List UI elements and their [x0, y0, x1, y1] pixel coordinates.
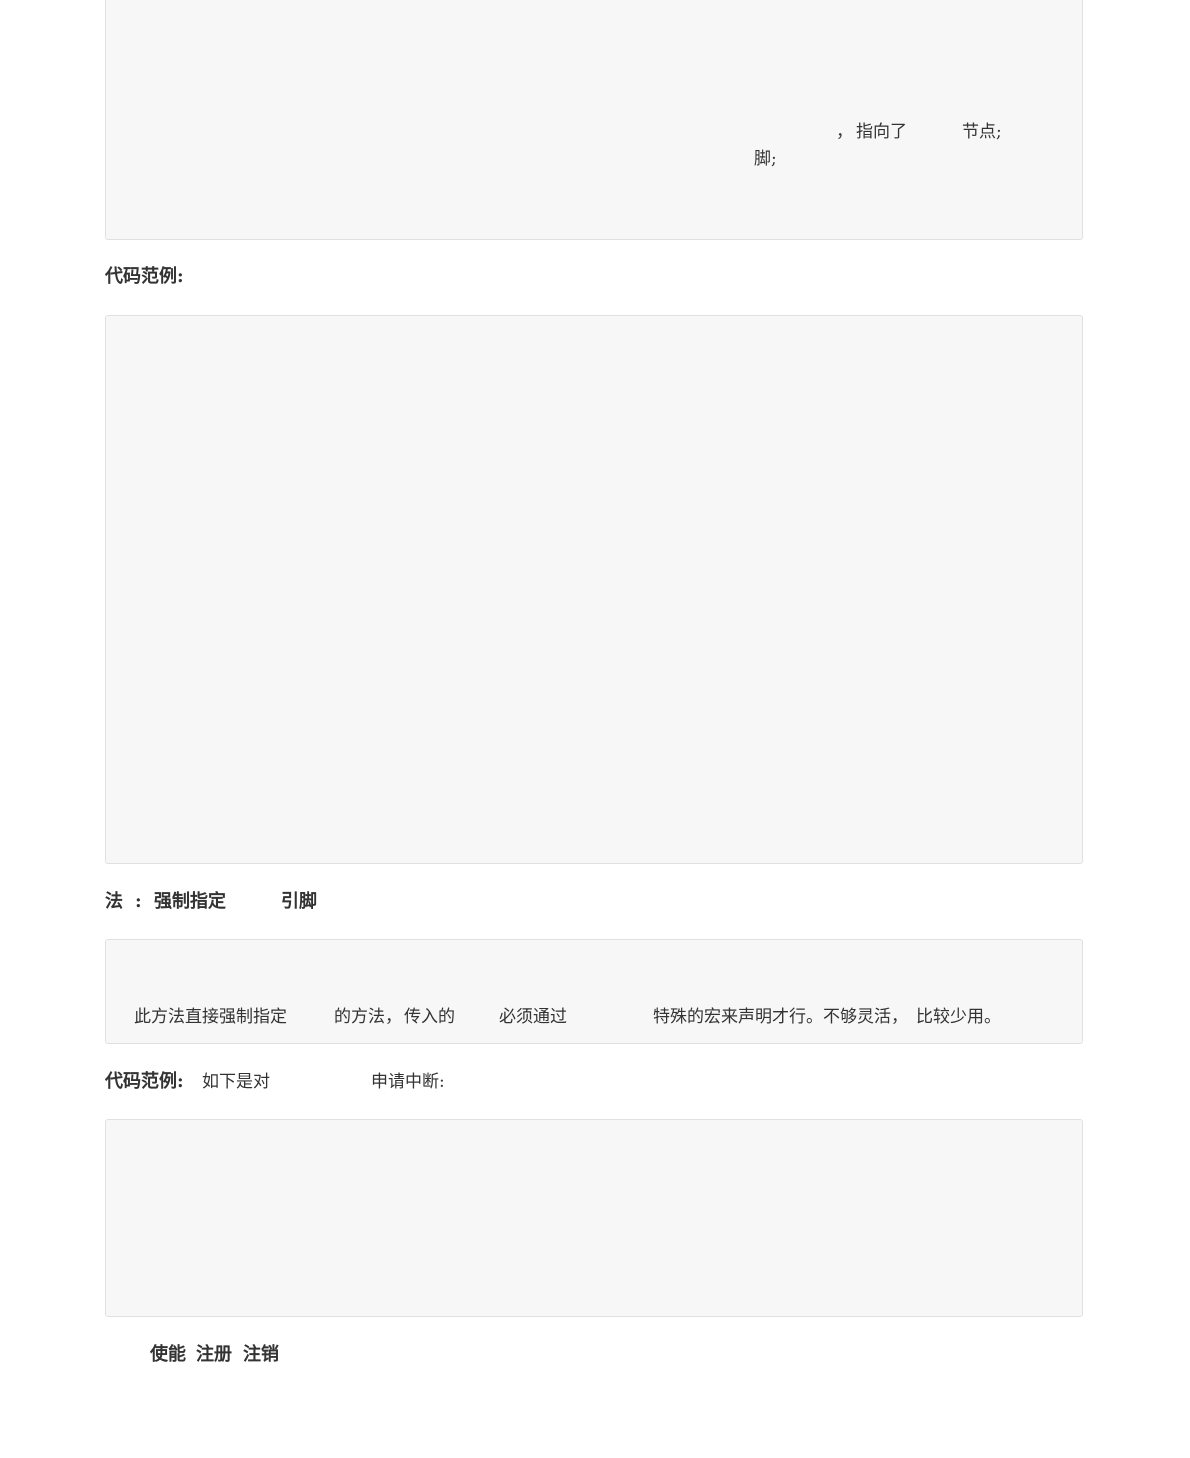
code-fragment-node: 节点;	[962, 122, 1002, 142]
method-heading-pin: 引脚	[281, 891, 317, 912]
code-example-heading: 代码范例:	[105, 266, 184, 287]
description-segment-1: 此方法直接强制指定	[134, 1007, 287, 1027]
code-example-text-2: 申请中断:	[371, 1072, 445, 1092]
code-example-text-1: 如下是对	[202, 1072, 270, 1092]
code-fragment-comma: ，	[836, 122, 853, 142]
code-block-4	[105, 1119, 1083, 1317]
heading-register: 注册	[196, 1344, 232, 1365]
method-heading-colon: :	[135, 891, 142, 912]
code-block-2	[105, 315, 1083, 864]
description-segment-4: 必须通过	[499, 1007, 567, 1027]
description-segment-5: 特殊的宏来声明才行。不够灵活，	[653, 1007, 908, 1027]
description-block	[105, 939, 1083, 1044]
description-segment-3: 传入的	[404, 1007, 455, 1027]
description-segment-6: 比较少用。	[916, 1007, 1001, 1027]
method-heading-part-1: 法	[105, 891, 123, 912]
code-fragment-points-to: 指向了	[856, 122, 907, 142]
description-segment-2: 的方法，	[334, 1007, 402, 1027]
method-heading-force: 强制指定	[154, 891, 226, 912]
code-example-heading-2: 代码范例:	[105, 1071, 184, 1092]
code-fragment-pin: 脚;	[754, 149, 777, 169]
heading-enable: 使能	[150, 1344, 186, 1365]
heading-unregister: 注销	[243, 1344, 279, 1365]
code-block-1	[105, 0, 1083, 240]
